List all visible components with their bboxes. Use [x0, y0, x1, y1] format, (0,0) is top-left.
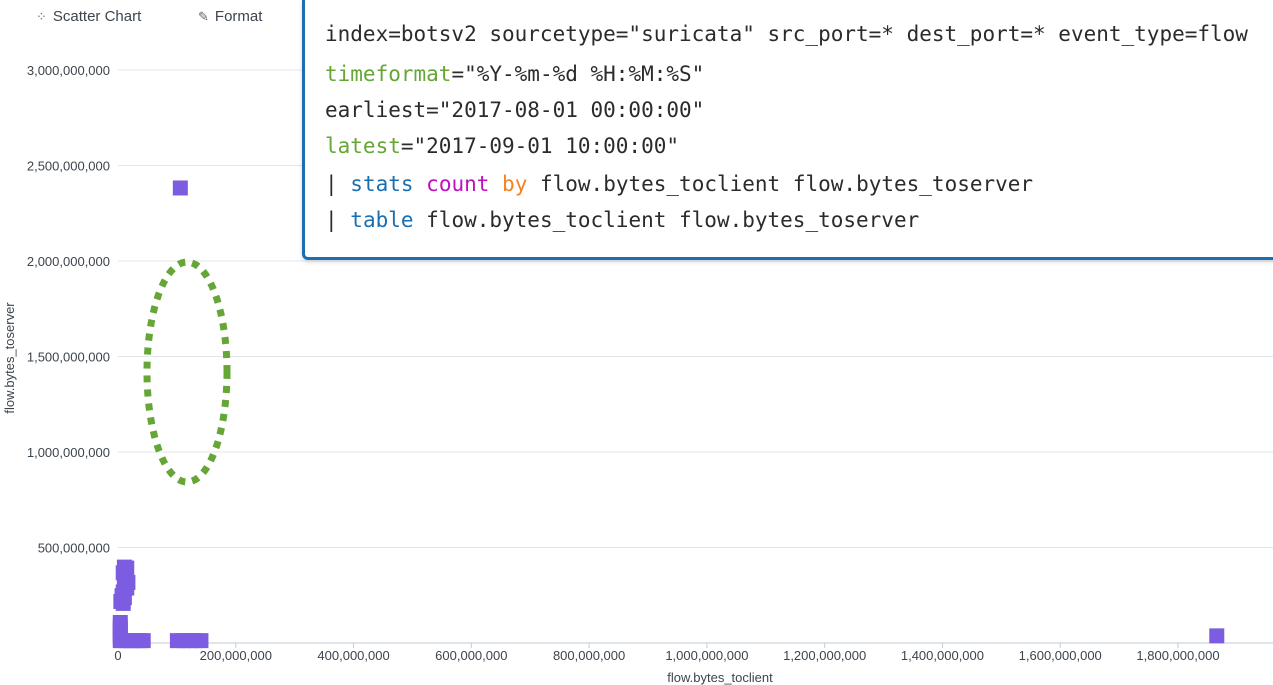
x-axis-ticks: 0 200,000,000 400,000,000 600,000,000 800,00…	[114, 643, 1220, 663]
search-base: index=botsv2 sourcetype="suricata" src_p…	[325, 22, 1248, 46]
y-tick-label: 1,000,000,000	[27, 445, 110, 460]
stats-command: stats	[350, 172, 414, 196]
scatter-point[interactable]	[115, 595, 131, 611]
x-tick-label: 1,200,000,000	[783, 648, 866, 663]
by-keyword: by	[502, 172, 528, 196]
count-function: count	[426, 172, 490, 196]
x-tick-label: 1,000,000,000	[665, 648, 748, 663]
x-tick-label: 0	[114, 648, 121, 663]
pipe: |	[325, 172, 351, 196]
scatter-point[interactable]	[135, 633, 151, 649]
scatter-point[interactable]	[1209, 628, 1225, 644]
x-tick-label: 1,600,000,000	[1019, 648, 1102, 663]
y-axis-title: flow.bytes_toserver	[2, 302, 17, 414]
search-line-5: | stats count by flow.bytes_toclient flo…	[325, 172, 1033, 196]
table-fields: flow.bytes_toclient flow.bytes_toserver	[413, 208, 920, 232]
timeformat-value: ="%Y-%m-%d %H:%M:%S"	[451, 62, 705, 86]
annotation-ellipse	[143, 258, 231, 486]
search-line-3: earliest="2017-08-01 00:00:00"	[325, 98, 704, 122]
scatter-point[interactable]	[172, 180, 188, 196]
x-tick-label: 600,000,000	[435, 648, 507, 663]
y-tick-label: 3,000,000,000	[27, 63, 110, 78]
y-axis-ticks: 500,000,000 1,000,000,000 1,500,000,000 2,0…	[27, 63, 110, 556]
stats-fields: flow.bytes_toclient flow.bytes_toserver	[527, 172, 1034, 196]
x-tick-label: 1,800,000,000	[1136, 648, 1219, 663]
pipe: |	[325, 208, 351, 232]
x-tick-label: 1,400,000,000	[901, 648, 984, 663]
y-tick-label: 1,500,000,000	[27, 350, 110, 365]
timeformat-keyword: timeformat	[325, 62, 452, 86]
latest-value: ="2017-09-01 10:00:00"	[400, 134, 680, 158]
y-tick-label: 500,000,000	[38, 541, 110, 556]
latest-keyword: latest	[325, 134, 401, 158]
search-line-6: | table flow.bytes_toclient flow.bytes_t…	[325, 208, 919, 232]
y-tick-label: 2,000,000,000	[27, 254, 110, 269]
x-tick-label: 800,000,000	[553, 648, 625, 663]
earliest-value: earliest="2017-08-01 00:00:00"	[325, 98, 705, 122]
search-line-1: index=botsv2 sourcetype="suricata" src_p…	[325, 22, 1248, 46]
table-command: table	[350, 208, 414, 232]
x-tick-label: 200,000,000	[200, 648, 272, 663]
search-query-panel: index=botsv2 sourcetype="suricata" src_p…	[302, 0, 1273, 260]
search-line-2: timeformat="%Y-%m-%d %H:%M:%S"	[325, 62, 704, 86]
x-axis-title: flow.bytes_toclient	[667, 670, 773, 685]
y-tick-label: 2,500,000,000	[27, 159, 110, 174]
search-line-4: latest="2017-09-01 10:00:00"	[325, 134, 679, 158]
x-tick-label: 400,000,000	[317, 648, 389, 663]
scatter-point[interactable]	[193, 633, 209, 649]
